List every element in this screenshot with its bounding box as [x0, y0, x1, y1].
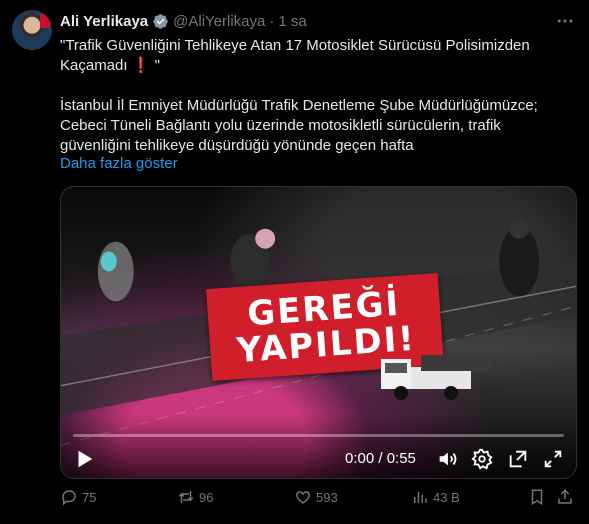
tweet-line: Kaçamadı ❗ " [60, 56, 570, 76]
play-icon[interactable] [73, 448, 95, 470]
video-controls: 0:00 / 0:55 [61, 414, 576, 478]
repost-count: 96 [199, 489, 214, 505]
tweet-text-segment: Kaçamadı [60, 57, 132, 74]
views-chart-icon [414, 491, 427, 503]
bookmark-icon[interactable] [528, 488, 546, 506]
show-more-link[interactable]: Daha fazla göster [60, 155, 178, 172]
fullscreen-icon[interactable] [542, 448, 564, 470]
settings-gear-icon[interactable] [471, 448, 493, 470]
tweet-line: "Trafik Güvenliğini Tehlikeye Atan 17 Mo… [60, 37, 530, 54]
reply-count: 75 [82, 489, 97, 505]
repost-icon [178, 491, 194, 503]
video-timecode: 0:00 / 0:55 [345, 450, 416, 467]
exclamation-emoji-icon: ❗ [131, 57, 151, 74]
picture-in-picture-icon[interactable] [507, 448, 529, 470]
tow-truck [381, 355, 491, 400]
tweet-actions: 75 96 593 43 B [60, 488, 577, 510]
tweet-text-segment: " [150, 57, 160, 74]
flag-icon [40, 14, 50, 28]
author-avatar[interactable] [12, 10, 52, 50]
like-button[interactable]: 593 [294, 488, 338, 506]
verified-badge-icon [153, 13, 168, 29]
tweet-text: "Trafik Güvenliğini Tehlikeye Atan 17 Mo… [60, 36, 570, 156]
author-handle[interactable]: @AliYerlikaya [173, 13, 265, 30]
views-count: 43 B [433, 489, 460, 505]
like-count: 593 [316, 489, 338, 505]
tweet-line: İstanbul İl Emniyet Müdürlüğü Trafik Den… [60, 97, 538, 114]
tweet-line: Cebeci Tüneli Bağlantı yolu üzerinde mot… [60, 117, 501, 134]
more-options-icon[interactable] [555, 11, 575, 31]
share-icon[interactable] [556, 488, 574, 506]
tweet-time[interactable]: 1 sa [278, 13, 306, 30]
video-player[interactable]: GEREĞİ YAPILDI! 0:00 / 0:55 [60, 186, 577, 479]
separator: · [269, 12, 275, 30]
author-name[interactable]: Ali Yerlikaya [60, 13, 148, 30]
tweet-line: güvenliğini tehlikeye düşürdüğü yönünde … [60, 137, 414, 154]
heart-icon [296, 491, 310, 504]
reply-icon [62, 490, 76, 506]
repost-button[interactable]: 96 [177, 488, 213, 506]
views-button[interactable]: 43 B [411, 488, 460, 506]
video-progress-bar[interactable] [73, 434, 564, 437]
volume-icon[interactable] [436, 448, 458, 470]
reply-button[interactable]: 75 [60, 488, 96, 506]
tweet-header: Ali Yerlikaya @AliYerlikaya · 1 sa [60, 11, 307, 31]
